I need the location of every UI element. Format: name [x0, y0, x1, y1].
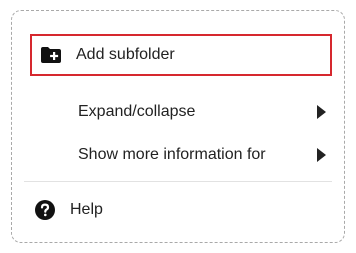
menu-item-add-subfolder[interactable]: Add subfolder [30, 34, 332, 76]
submenu-arrow-icon [317, 105, 326, 119]
menu-item-label: Help [70, 201, 103, 218]
menu-item-expand-collapse[interactable]: Expand/collapse [26, 93, 330, 131]
context-menu: Add subfolder Expand/collapse Show more … [11, 10, 345, 243]
menu-divider [24, 181, 332, 182]
menu-item-label: Show more information for [78, 146, 266, 163]
folder-plus-icon [40, 44, 62, 66]
menu-item-help[interactable]: Help [26, 191, 330, 229]
submenu-arrow-icon [317, 148, 326, 162]
menu-item-show-more-information[interactable]: Show more information for [26, 136, 330, 174]
menu-item-label: Expand/collapse [78, 103, 196, 120]
help-circle-icon [34, 199, 56, 221]
menu-item-label: Add subfolder [76, 46, 175, 63]
